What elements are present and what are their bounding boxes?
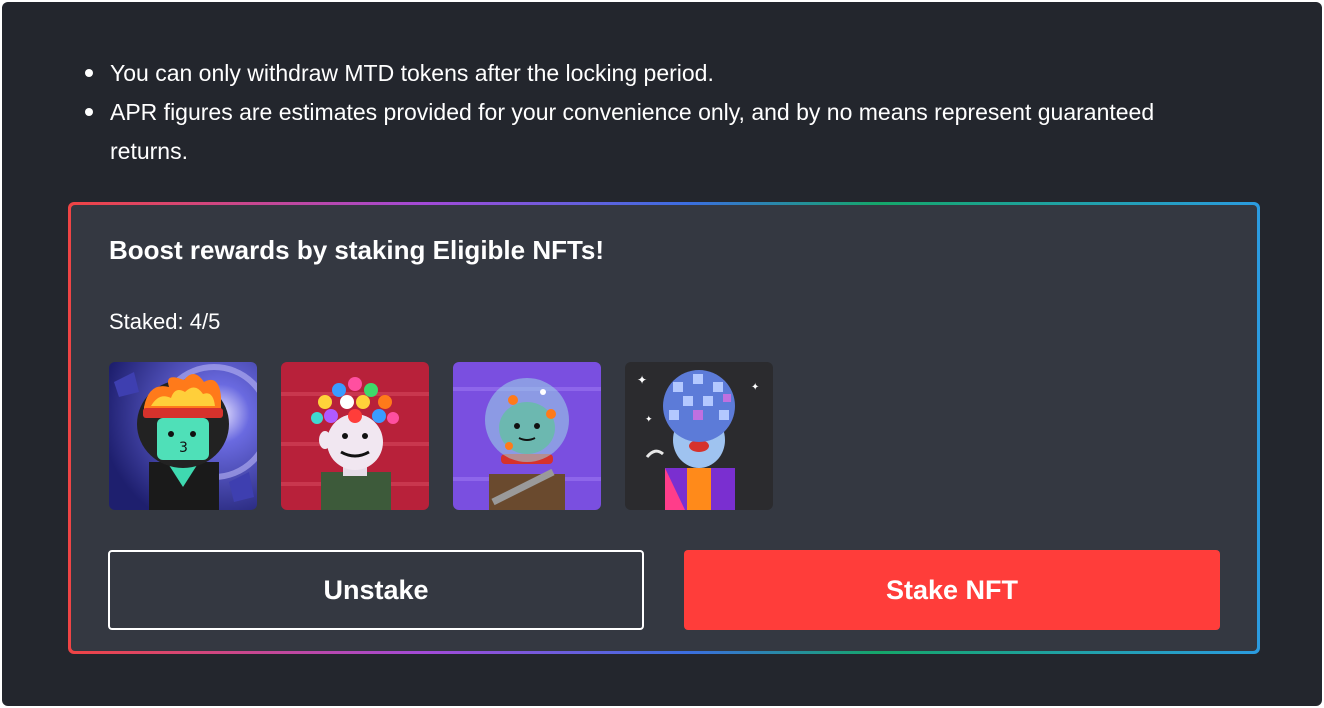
boost-card-body: Boost rewards by staking Eligible NFTs! … <box>71 205 1257 651</box>
nft-gumball-image <box>281 362 429 510</box>
nft-fishbowl-image <box>453 362 601 510</box>
stake-nft-button[interactable]: Stake NFT <box>684 550 1220 630</box>
svg-text:✦: ✦ <box>645 415 653 425</box>
nft-thumbnail-4[interactable]: ✦ ✦ ✦ <box>625 362 773 510</box>
nft-thumbnail-1[interactable]: 3 <box>109 362 257 510</box>
boost-title: Boost rewards by staking Eligible NFTs! <box>109 235 605 265</box>
svg-text:✦: ✦ <box>637 373 647 387</box>
note-item: APR figures are estimates provided for y… <box>82 93 1232 171</box>
nft-list: 3 ✦ ✦ ✦ <box>109 362 773 510</box>
svg-text:3: 3 <box>179 440 188 456</box>
nft-astronaut-image: 3 <box>109 362 257 510</box>
note-item: You can only withdraw MTD tokens after t… <box>82 54 1232 93</box>
staked-count: Staked: 4/5 <box>109 309 221 334</box>
unstake-button[interactable]: Unstake <box>108 550 644 630</box>
staking-panel: You can only withdraw MTD tokens after t… <box>2 2 1322 706</box>
svg-text:✦: ✦ <box>751 382 759 393</box>
boost-card: Boost rewards by staking Eligible NFTs! … <box>68 202 1260 654</box>
notes-list: You can only withdraw MTD tokens after t… <box>82 54 1232 171</box>
nft-thumbnail-3[interactable] <box>453 362 601 510</box>
nft-disco-image: ✦ ✦ ✦ <box>625 362 773 510</box>
nft-thumbnail-2[interactable] <box>281 362 429 510</box>
